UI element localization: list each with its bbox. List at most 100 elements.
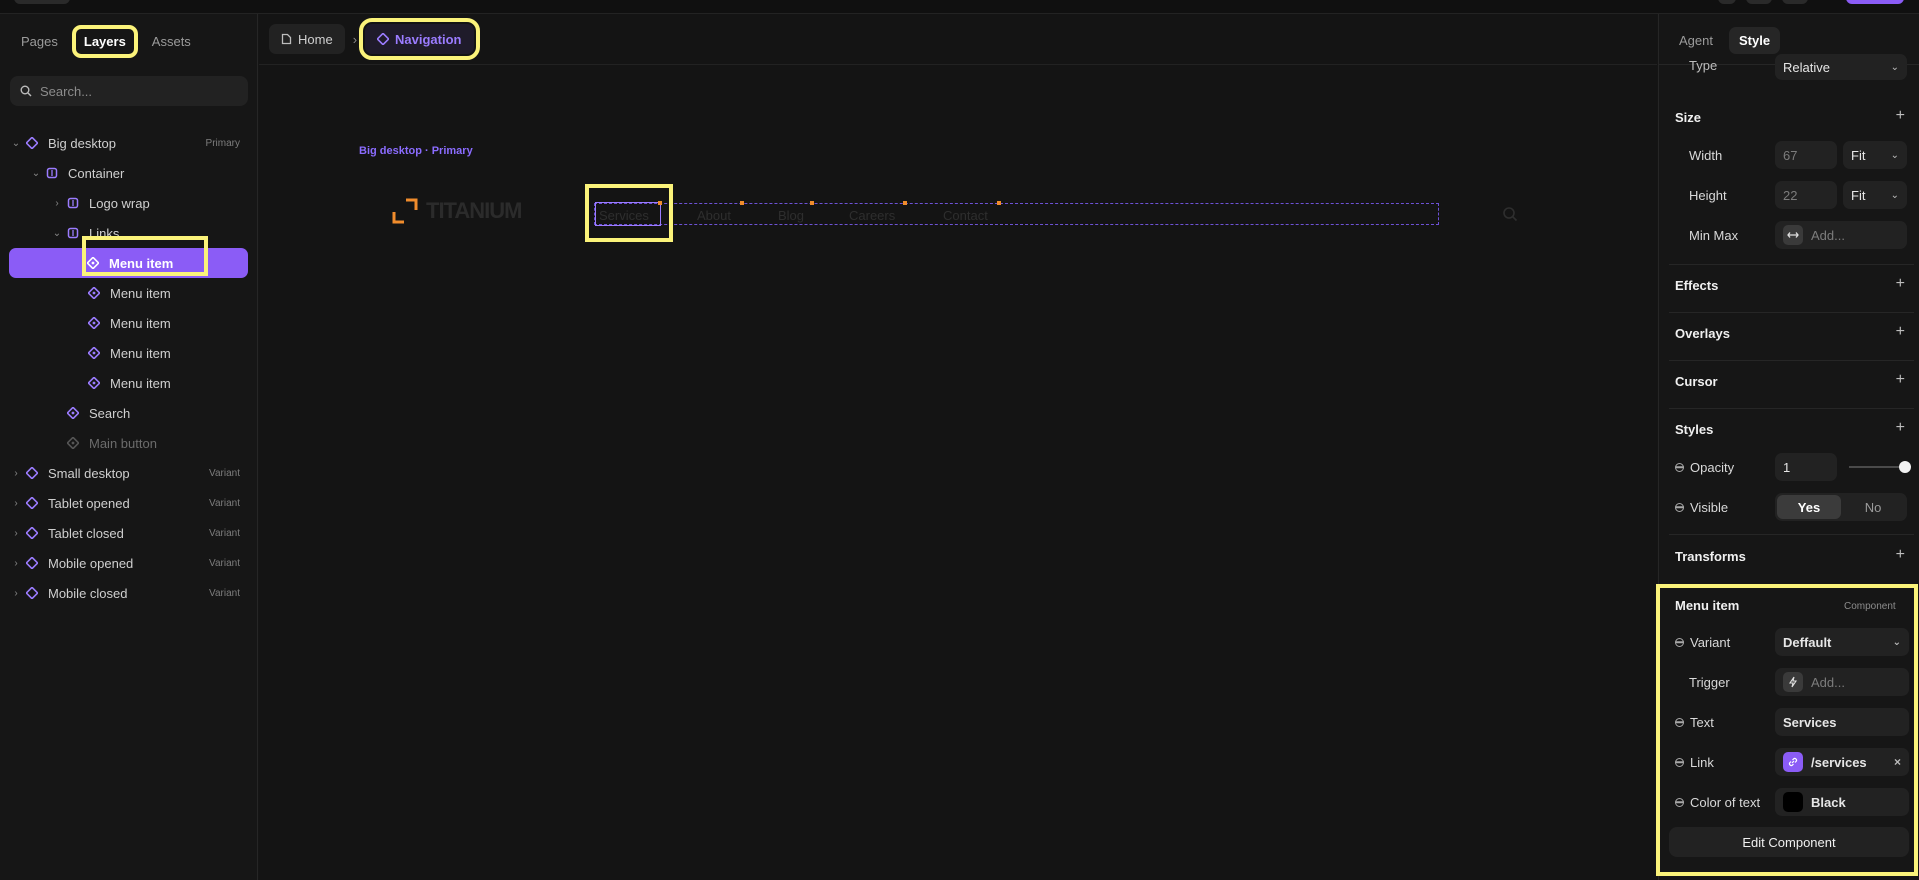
nav-link-contact[interactable]: Contact [943, 208, 988, 223]
resize-handle[interactable] [658, 201, 662, 205]
opacity-slider-thumb[interactable] [1899, 461, 1911, 473]
opacity-input[interactable]: 1 [1775, 453, 1837, 481]
add-style-icon[interactable]: + [1896, 420, 1905, 436]
width-mode-select[interactable]: Fit ⌄ [1843, 141, 1907, 169]
color-of-text-field[interactable]: Black [1775, 788, 1909, 816]
height-mode-select[interactable]: Fit ⌄ [1843, 181, 1907, 209]
nav-search-icon[interactable] [1502, 206, 1518, 227]
layer-row-menu-item-selected[interactable]: Menu item [9, 248, 248, 278]
toolbar-pill[interactable] [14, 0, 70, 4]
chevron-right-icon[interactable]: › [51, 198, 63, 209]
chevron-down-icon[interactable]: ⌄ [51, 228, 63, 239]
layer-label: Menu item [110, 315, 171, 331]
breadcrumb: Home › Navigation [269, 18, 480, 60]
layer-row-menu-item[interactable]: Menu item [10, 278, 248, 308]
divider [1669, 534, 1914, 535]
resize-handle[interactable] [740, 201, 744, 205]
layer-row-logo-wrap[interactable]: › Logo wrap [10, 188, 248, 218]
variable-icon[interactable] [1675, 758, 1684, 767]
width-input[interactable]: 67 [1775, 141, 1837, 169]
component-icon [377, 33, 390, 45]
chevron-right-icon[interactable]: › [10, 498, 22, 509]
toolbar-button[interactable] [1746, 0, 1772, 4]
layer-row-menu-item[interactable]: Menu item [10, 368, 248, 398]
visible-yes-option[interactable]: Yes [1777, 495, 1841, 519]
opacity-slider-track[interactable] [1849, 466, 1905, 468]
add-effect-icon[interactable]: + [1896, 276, 1905, 292]
publish-button[interactable] [1846, 0, 1904, 4]
close-icon[interactable]: × [1894, 755, 1901, 769]
component-icon [22, 497, 42, 509]
layer-row-main-button[interactable]: Main button [10, 428, 248, 458]
layer-row-tablet-opened[interactable]: › Tablet opened Variant [10, 488, 248, 518]
layer-label: Mobile opened [48, 555, 134, 571]
variable-icon[interactable] [1675, 718, 1684, 727]
component-icon [22, 557, 42, 569]
toolbar-button[interactable] [1782, 0, 1808, 4]
add-size-icon[interactable]: + [1896, 108, 1905, 124]
tab-assets[interactable]: Assets [143, 28, 200, 55]
nav-link-blog[interactable]: Blog [778, 208, 804, 223]
frame-label[interactable]: Big desktop · Primary [359, 145, 473, 157]
nav-link-about[interactable]: About [697, 208, 731, 223]
add-transform-icon[interactable]: + [1896, 547, 1905, 563]
layer-row-tablet-closed[interactable]: › Tablet closed Variant [10, 518, 248, 548]
nav-link-services[interactable]: Services [599, 208, 649, 223]
layer-row-container[interactable]: ⌄ Container [10, 158, 248, 188]
search-input[interactable] [40, 83, 220, 99]
variant-select[interactable]: Deffault ⌄ [1775, 628, 1909, 656]
nav-link-careers[interactable]: Careers [849, 208, 895, 223]
visible-no-option[interactable]: No [1841, 495, 1905, 519]
avatar[interactable] [1718, 0, 1736, 4]
layer-label: Tablet opened [48, 495, 130, 511]
variable-icon[interactable] [1675, 463, 1684, 472]
resize-handle[interactable] [997, 201, 1001, 205]
chevron-right-icon[interactable]: › [10, 528, 22, 539]
width-label: Width [1689, 148, 1723, 163]
layers-search[interactable] [10, 76, 248, 106]
layer-row-mobile-opened[interactable]: › Mobile opened Variant [10, 548, 248, 578]
canvas[interactable]: Home › Navigation Big desktop · Primary … [259, 14, 1657, 880]
variable-icon[interactable] [1675, 503, 1684, 512]
tab-agent[interactable]: Agent [1669, 27, 1723, 54]
logo[interactable]: TITANIUM [392, 198, 522, 224]
chevron-right-icon[interactable]: › [10, 558, 22, 569]
variable-icon[interactable] [1675, 798, 1684, 807]
text-input[interactable]: Services [1775, 708, 1909, 736]
link-field[interactable]: /services × [1775, 748, 1909, 776]
frame-icon [63, 197, 83, 209]
layer-row-search[interactable]: Search [10, 398, 248, 428]
add-cursor-icon[interactable]: + [1896, 372, 1905, 388]
resize-handle[interactable] [810, 201, 814, 205]
add-overlay-icon[interactable]: + [1896, 324, 1905, 340]
divider [1669, 360, 1914, 361]
layer-label: Logo wrap [89, 195, 150, 211]
layer-row-links[interactable]: ⌄ Links [10, 218, 248, 248]
minmax-label: Min Max [1689, 228, 1739, 243]
position-type-label: Type [1689, 58, 1718, 73]
layer-row-small-desktop[interactable]: › Small desktop Variant [10, 458, 248, 488]
chevron-down-icon[interactable]: ⌄ [30, 168, 42, 179]
variable-icon[interactable] [1675, 638, 1684, 647]
color-swatch[interactable] [1783, 792, 1803, 812]
tab-style[interactable]: Style [1728, 27, 1781, 54]
breadcrumb-navigation[interactable]: Navigation [359, 18, 480, 60]
trigger-field[interactable]: Add... [1775, 668, 1909, 696]
chevron-right-icon[interactable]: › [10, 468, 22, 479]
layer-row-mobile-closed[interactable]: › Mobile closed Variant [10, 578, 248, 608]
edit-component-button[interactable]: Edit Component [1669, 827, 1909, 857]
minmax-field[interactable]: Add... [1775, 221, 1907, 249]
tab-pages[interactable]: Pages [12, 28, 67, 55]
link-label: Link [1690, 755, 1714, 770]
resize-handle[interactable] [903, 201, 907, 205]
visible-toggle[interactable]: Yes No [1775, 493, 1907, 521]
layer-row-menu-item[interactable]: Menu item [10, 338, 248, 368]
height-input[interactable]: 22 [1775, 181, 1837, 209]
chevron-right-icon[interactable]: › [10, 588, 22, 599]
tab-layers[interactable]: Layers [71, 25, 138, 58]
chevron-down-icon[interactable]: ⌄ [10, 138, 22, 149]
layer-row-big-desktop[interactable]: ⌄ Big desktop Primary [10, 128, 248, 158]
position-type-select[interactable]: Relative ⌄ [1775, 54, 1907, 80]
layer-row-menu-item[interactable]: Menu item [10, 308, 248, 338]
breadcrumb-home[interactable]: Home [269, 24, 345, 54]
